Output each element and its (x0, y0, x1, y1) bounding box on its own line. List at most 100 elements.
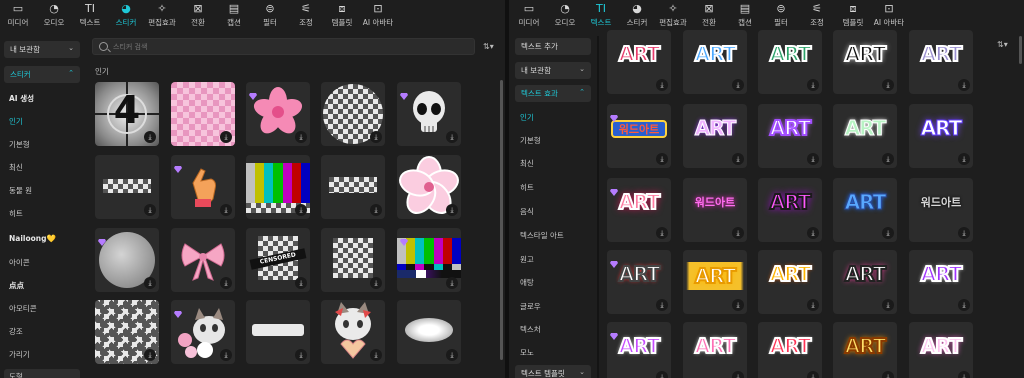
sidebar-item-cover[interactable]: 가리기 (9, 349, 30, 360)
text-effect-tile[interactable]: ART ⤓ (909, 250, 973, 314)
sticker-cherry-blossom[interactable]: ⤓ (246, 82, 310, 146)
effect-item-food[interactable]: 음식 (520, 206, 534, 217)
effect-item-basic[interactable]: 기본형 (520, 135, 541, 146)
tab-adjust[interactable]: ⚟ 조정 (799, 0, 835, 32)
effect-item-ae[interactable]: 애탕 (520, 277, 534, 288)
download-icon[interactable]: ⤓ (732, 371, 744, 378)
download-icon[interactable]: ⤓ (732, 153, 744, 165)
sidebar-item-emphasis[interactable]: 강조 (9, 326, 23, 337)
text-effect-tile[interactable]: ART ⤓ (833, 104, 897, 168)
sidebar-item-ai[interactable]: AI 생성 (9, 93, 34, 104)
download-icon[interactable]: ⤓ (656, 153, 668, 165)
download-icon[interactable]: ⤓ (958, 299, 970, 311)
download-icon[interactable]: ⤓ (656, 227, 668, 239)
download-icon[interactable]: ⤓ (295, 349, 307, 361)
sticker-search-input[interactable]: 스티커 검색 (92, 38, 475, 55)
text-scrollbar[interactable] (1019, 36, 1022, 64)
tab-transition[interactable]: ⊠ 전환 (691, 0, 727, 32)
sticker-censored[interactable]: CENSORED ⤓ (246, 228, 310, 292)
text-effect-tile[interactable]: ART ⤓ (833, 322, 897, 378)
sticker-cat-heart[interactable]: ⤓ (321, 300, 385, 364)
download-icon[interactable]: ⤓ (807, 79, 819, 91)
tab-effects[interactable]: ✧ 편집효과 (655, 0, 691, 32)
tab-filter[interactable]: ⊜ 필터 (763, 0, 799, 32)
effect-item-latest[interactable]: 최신 (520, 158, 534, 169)
tab-avatar[interactable]: ⊡ AI 아바타 (871, 0, 907, 32)
sticker-hand-pointer[interactable]: ⤓ (171, 155, 235, 219)
download-icon[interactable]: ⤓ (882, 227, 894, 239)
download-icon[interactable]: ⤓ (958, 227, 970, 239)
tab-transition[interactable]: ⊠ 전환 (180, 0, 216, 32)
sticker-mosaic-bar-2[interactable]: ⤓ (321, 155, 385, 219)
text-effect-tile[interactable]: ART ⤓ (758, 30, 822, 94)
sticker-countdown[interactable]: 4 ⤓ (95, 82, 159, 146)
download-icon[interactable]: ⤓ (446, 277, 458, 289)
tab-sticker[interactable]: ◕ 스티커 (619, 0, 655, 32)
download-icon[interactable]: ⤓ (732, 227, 744, 239)
tab-caption[interactable]: ▤ 캡션 (727, 0, 763, 32)
text-effect-tile[interactable]: ART ⤓ (607, 178, 671, 242)
sticker-mosaic-block[interactable]: ⤓ (321, 228, 385, 292)
text-effect-tile[interactable]: ART ⤓ (909, 322, 973, 378)
text-effect-tile[interactable]: 워드아트 ⤓ (607, 104, 671, 168)
download-icon[interactable]: ⤓ (732, 299, 744, 311)
text-effect-tile[interactable]: ART ⤓ (833, 30, 897, 94)
library-dropdown[interactable]: 내 보관함 ⌄ (4, 41, 80, 58)
download-icon[interactable]: ⤓ (144, 277, 156, 289)
tab-audio[interactable]: ◔ 오디오 (36, 0, 72, 32)
sidebar-item-latest[interactable]: 최신 (9, 162, 23, 173)
sticker-pink-mosaic[interactable]: ⤓ (171, 82, 235, 146)
tab-sticker[interactable]: ◕ 스티커 (108, 0, 144, 32)
text-effect-tile[interactable]: ART ⤓ (607, 30, 671, 94)
download-icon[interactable]: ⤓ (370, 277, 382, 289)
tab-filter[interactable]: ⊜ 필터 (252, 0, 288, 32)
download-icon[interactable]: ⤓ (446, 349, 458, 361)
download-icon[interactable]: ⤓ (220, 131, 232, 143)
text-effect-tile[interactable]: ART ⤓ (758, 104, 822, 168)
tab-template[interactable]: ⧈ 템플릿 (324, 0, 360, 32)
effect-item-mono[interactable]: 모노 (520, 347, 534, 358)
tab-adjust[interactable]: ⚟ 조정 (288, 0, 324, 32)
download-icon[interactable]: ⤓ (220, 277, 232, 289)
effect-item-texture[interactable]: 텍스처 (520, 324, 541, 335)
text-effect-tile[interactable]: ART ⤓ (607, 322, 671, 378)
text-effect-tile[interactable]: ART ⤓ (758, 322, 822, 378)
effect-item-hit[interactable]: 히트 (520, 182, 534, 193)
text-effect-tile[interactable]: ART ⤓ (758, 250, 822, 314)
text-effect-tile[interactable]: ART ⤓ (758, 178, 822, 242)
sticker-pink-flower[interactable]: ⤓ (397, 155, 461, 219)
effect-item-manuscript[interactable]: 원고 (520, 254, 534, 265)
download-icon[interactable]: ⤓ (882, 153, 894, 165)
sticker-category-dropdown[interactable]: 스티커 ⌃ (4, 66, 80, 83)
tab-media[interactable]: ▭ 미디어 (0, 0, 36, 32)
sidebar-item-icon[interactable]: 아이콘 (9, 257, 30, 268)
text-effect-tile[interactable]: ART ⤓ (683, 30, 747, 94)
sidebar-item-nailoong[interactable]: Nailoong💛 (9, 234, 56, 243)
text-template-dropdown[interactable]: 텍스트 템플릿 ⌄ (515, 365, 591, 378)
filter-sort-icon[interactable]: ⇅▾ (483, 42, 494, 51)
text-effect-tile[interactable]: 워드아트 ⤓ (909, 178, 973, 242)
download-icon[interactable]: ⤓ (144, 204, 156, 216)
download-icon[interactable]: ⤓ (370, 131, 382, 143)
text-effect-tile[interactable]: ART ⤓ (683, 104, 747, 168)
sidebar-item-shape[interactable]: 도형 (4, 369, 80, 378)
text-effect-tile[interactable]: ART ⤓ (909, 104, 973, 168)
sidebar-item-basic[interactable]: 기본형 (9, 139, 30, 150)
tab-template[interactable]: ⧈ 템플릿 (835, 0, 871, 32)
sticker-pink-bow[interactable]: ⤓ (171, 228, 235, 292)
tab-text[interactable]: TI 텍스트 (72, 0, 108, 32)
download-icon[interactable]: ⤓ (144, 131, 156, 143)
sidebar-item-emoticon[interactable]: 아모티콘 (9, 303, 37, 314)
sidebar-item-animal[interactable]: 동물 원 (9, 185, 32, 196)
download-icon[interactable]: ⤓ (370, 204, 382, 216)
download-icon[interactable]: ⤓ (807, 371, 819, 378)
sticker-mosaic-circle[interactable]: ⤓ (321, 82, 385, 146)
text-effect-tile[interactable]: ART ⤓ (909, 30, 973, 94)
sticker-cat-flowers[interactable]: ⤓ (171, 300, 235, 364)
download-icon[interactable]: ⤓ (446, 131, 458, 143)
download-icon[interactable]: ⤓ (220, 204, 232, 216)
download-icon[interactable]: ⤓ (656, 299, 668, 311)
text-library-dropdown[interactable]: 내 보관함 ⌄ (515, 62, 591, 79)
download-icon[interactable]: ⤓ (882, 371, 894, 378)
sidebar-item-dots[interactable]: 点点 (9, 280, 24, 291)
